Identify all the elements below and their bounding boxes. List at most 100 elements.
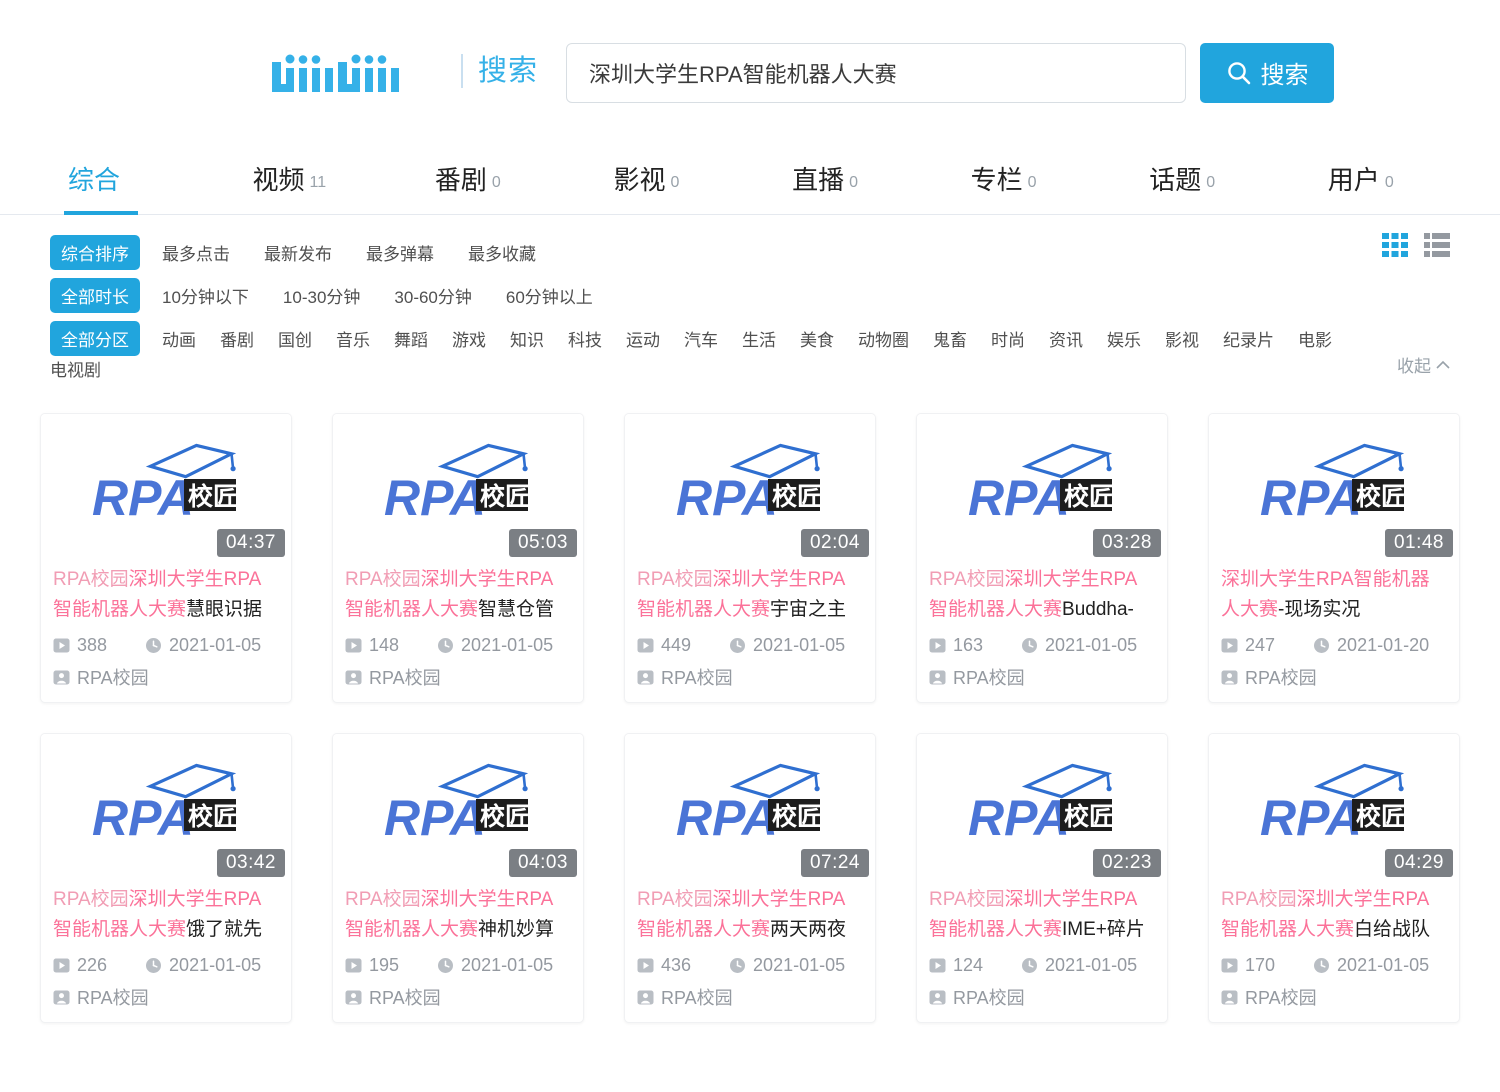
video-card[interactable]: RPA 校匠 04:03 RPA校园深圳大学生RPA智能机器人大赛神机妙算+多 … [332,733,584,1023]
video-play-count: 247 [1221,635,1275,656]
video-title[interactable]: RPA校园深圳大学生RPA智能机器人大赛饿了就先吃饭 [41,877,291,945]
filter-category-3[interactable]: 音乐 [336,326,370,351]
filter-category-9[interactable]: 汽车 [684,326,718,351]
bilibili-logo-icon[interactable] [268,50,446,96]
video-title[interactable]: RPA校园深圳大学生RPA智能机器人大赛Buddha- [917,557,1167,625]
video-title[interactable]: RPA校园深圳大学生RPA智能机器人大赛慧眼识据+多 [41,557,291,625]
video-uploader[interactable]: RPA校园 [41,976,291,1010]
video-card[interactable]: RPA 校匠 01:48 深圳大学生RPA智能机器人大赛-现场实况 247 20… [1208,413,1460,703]
filter-category-16[interactable]: 娱乐 [1107,326,1141,351]
video-uploader[interactable]: RPA校园 [333,656,583,690]
uploader-icon [929,670,946,684]
video-uploader[interactable]: RPA校园 [41,656,291,690]
filter-category-17[interactable]: 影视 [1165,326,1199,351]
brand[interactable]: 搜索 [268,50,538,96]
filter-sort-most-favorites[interactable]: 最多收藏 [468,240,536,265]
filter-category-1[interactable]: 番剧 [220,326,254,351]
play-count-icon [53,638,70,653]
video-card[interactable]: RPA 校匠 04:37 RPA校园深圳大学生RPA智能机器人大赛慧眼识据+多 … [40,413,292,703]
filter-panel: 综合排序 最多点击 最新发布 最多弹幕 最多收藏 全部时长 10分钟以下 10-… [0,215,1500,381]
video-title[interactable]: RPA校园深圳大学生RPA智能机器人大赛神机妙算+多 [333,877,583,945]
list-view-icon[interactable] [1424,233,1450,257]
filter-category-2[interactable]: 国创 [278,326,312,351]
video-thumbnail[interactable]: RPA 校匠 02:04 [625,414,875,557]
svg-text:RPA: RPA [1260,790,1362,846]
tab-live[interactable]: 直播 0 [736,160,915,214]
collapse-filters-button[interactable]: 收起 [1397,352,1450,377]
filter-duration-over-60[interactable]: 60分钟以上 [506,283,593,308]
video-uploader[interactable]: RPA校园 [625,656,875,690]
video-title[interactable]: RPA校园深圳大学生RPA智能机器人大赛宇宙之主+财 [625,557,875,625]
video-title-suffix: Buddha- [1062,599,1134,620]
filter-category-0[interactable]: 动画 [162,326,196,351]
video-duration: 04:29 [1384,849,1453,877]
tab-bangumi[interactable]: 番剧 0 [379,160,558,214]
filter-category-13[interactable]: 鬼畜 [933,326,967,351]
filter-sort-active[interactable]: 综合排序 [50,235,140,270]
video-thumbnail[interactable]: RPA 校匠 01:48 [1209,414,1459,557]
video-uploader[interactable]: RPA校园 [333,976,583,1010]
video-title[interactable]: 深圳大学生RPA智能机器人大赛-现场实况 [1209,557,1459,625]
filter-sort-most-danmaku[interactable]: 最多弹幕 [366,240,434,265]
video-title[interactable]: RPA校园深圳大学生RPA智能机器人大赛两天两夜奇袭 [625,877,875,945]
filter-duration-30-60[interactable]: 30-60分钟 [394,283,471,308]
filter-category-20[interactable]: 电视剧 [50,356,101,381]
tab-column[interactable]: 专栏 0 [914,160,1093,214]
search-submit-button[interactable]: 搜索 [1200,42,1335,103]
video-thumbnail[interactable]: RPA 校匠 04:29 [1209,734,1459,877]
filter-category-active[interactable]: 全部分区 [50,321,140,356]
filter-sort-most-clicks[interactable]: 最多点击 [162,240,230,265]
video-uploader[interactable]: RPA校园 [1209,976,1459,1010]
filter-category-7[interactable]: 科技 [568,326,602,351]
video-thumbnail[interactable]: RPA 校匠 03:42 [41,734,291,877]
video-thumbnail[interactable]: RPA 校匠 04:37 [41,414,291,557]
video-card[interactable]: RPA 校匠 04:29 RPA校园深圳大学生RPA智能机器人大赛白给战队 17… [1208,733,1460,1023]
video-card[interactable]: RPA 校匠 03:28 RPA校园深圳大学生RPA智能机器人大赛Buddha-… [916,413,1168,703]
video-thumbnail[interactable]: RPA 校匠 03:28 [917,414,1167,557]
video-uploader[interactable]: RPA校园 [917,976,1167,1010]
video-title[interactable]: RPA校园深圳大学生RPA智能机器人大赛白给战队 [1209,877,1459,945]
search-box[interactable] [566,42,1187,103]
filter-duration-under-10[interactable]: 10分钟以下 [162,283,249,308]
video-card[interactable]: RPA 校匠 03:42 RPA校园深圳大学生RPA智能机器人大赛饿了就先吃饭 … [40,733,292,1023]
tab-user[interactable]: 用户 0 [1271,160,1450,214]
video-thumbnail[interactable]: RPA 校匠 02:23 [917,734,1167,877]
video-uploader[interactable]: RPA校园 [917,656,1167,690]
video-thumbnail[interactable]: RPA 校匠 05:03 [333,414,583,557]
search-input[interactable] [587,58,1166,87]
filter-category-6[interactable]: 知识 [510,326,544,351]
filter-category-5[interactable]: 游戏 [452,326,486,351]
video-title[interactable]: RPA校园深圳大学生RPA智能机器人大赛智慧仓管+实 [333,557,583,625]
video-thumbnail[interactable]: RPA 校匠 04:03 [333,734,583,877]
video-uploader[interactable]: RPA校园 [1209,656,1459,690]
tab-label: 视频 [252,165,305,195]
filter-sort-newest[interactable]: 最新发布 [264,240,332,265]
tab-topic[interactable]: 话题 0 [1093,160,1272,214]
video-card[interactable]: RPA 校匠 02:04 RPA校园深圳大学生RPA智能机器人大赛宇宙之主+财 … [624,413,876,703]
filter-category-15[interactable]: 资讯 [1049,326,1083,351]
video-card[interactable]: RPA 校匠 07:24 RPA校园深圳大学生RPA智能机器人大赛两天两夜奇袭 … [624,733,876,1023]
filter-category-8[interactable]: 运动 [626,326,660,351]
video-uploader[interactable]: RPA校园 [625,976,875,1010]
upload-date-value: 2021-01-05 [461,635,554,655]
filter-category-10[interactable]: 生活 [742,326,776,351]
filter-category-4[interactable]: 舞蹈 [394,326,428,351]
video-thumbnail[interactable]: RPA 校匠 07:24 [625,734,875,877]
filter-category-14[interactable]: 时尚 [991,326,1025,351]
video-card[interactable]: RPA 校匠 02:23 RPA校园深圳大学生RPA智能机器人大赛IME+碎片学… [916,733,1168,1023]
tab-comprehensive[interactable]: 综合 [50,160,200,215]
video-card[interactable]: RPA 校匠 05:03 RPA校园深圳大学生RPA智能机器人大赛智慧仓管+实 … [332,413,584,703]
upload-date-icon [438,958,454,973]
filter-category-12[interactable]: 动物圈 [858,326,909,351]
video-play-count: 195 [345,955,399,976]
grid-view-icon[interactable] [1382,233,1408,257]
tab-movie[interactable]: 影视 0 [557,160,736,214]
filter-duration-10-30[interactable]: 10-30分钟 [283,283,360,308]
video-title[interactable]: RPA校园深圳大学生RPA智能机器人大赛IME+碎片学 [917,877,1167,945]
filter-category-11[interactable]: 美食 [800,326,834,351]
tab-video[interactable]: 视频 11 [200,160,379,214]
filter-duration-active[interactable]: 全部时长 [50,278,140,313]
filter-category-19[interactable]: 电影 [1298,326,1332,351]
filter-category-18[interactable]: 纪录片 [1223,326,1274,351]
play-count-icon [345,638,362,653]
